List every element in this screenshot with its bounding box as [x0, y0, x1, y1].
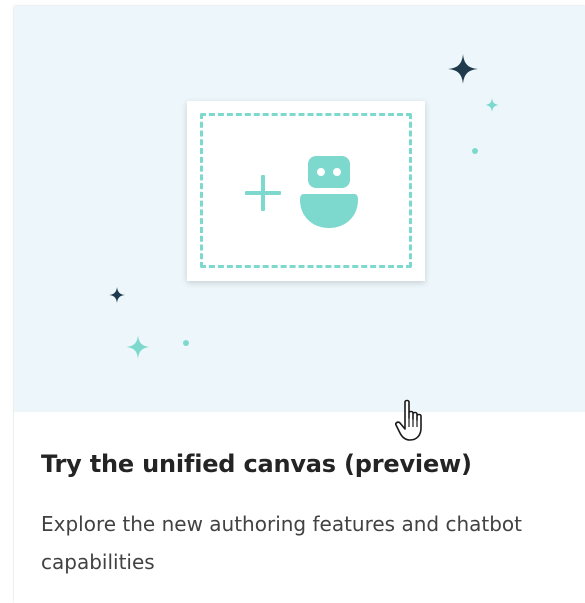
card-description: Explore the new authoring features and c… [41, 512, 522, 574]
sparkle-icon [485, 98, 499, 112]
card-text-area: Try the unified canvas (preview) Explore… [14, 412, 585, 603]
sparkle-icon [183, 340, 189, 346]
hand-pointer-icon [395, 399, 422, 441]
plus-icon [245, 175, 281, 211]
sparkle-icon [126, 335, 150, 359]
card-title: Try the unified canvas (preview) [41, 450, 472, 478]
card-illustration [14, 6, 585, 412]
sparkle-icon [109, 287, 125, 303]
unified-canvas-card[interactable]: Try the unified canvas (preview) Explore… [14, 6, 585, 603]
sparkle-icon [448, 54, 478, 84]
sparkle-icon [472, 148, 478, 154]
canvas-frame [187, 101, 425, 281]
bot-icon [300, 156, 358, 228]
